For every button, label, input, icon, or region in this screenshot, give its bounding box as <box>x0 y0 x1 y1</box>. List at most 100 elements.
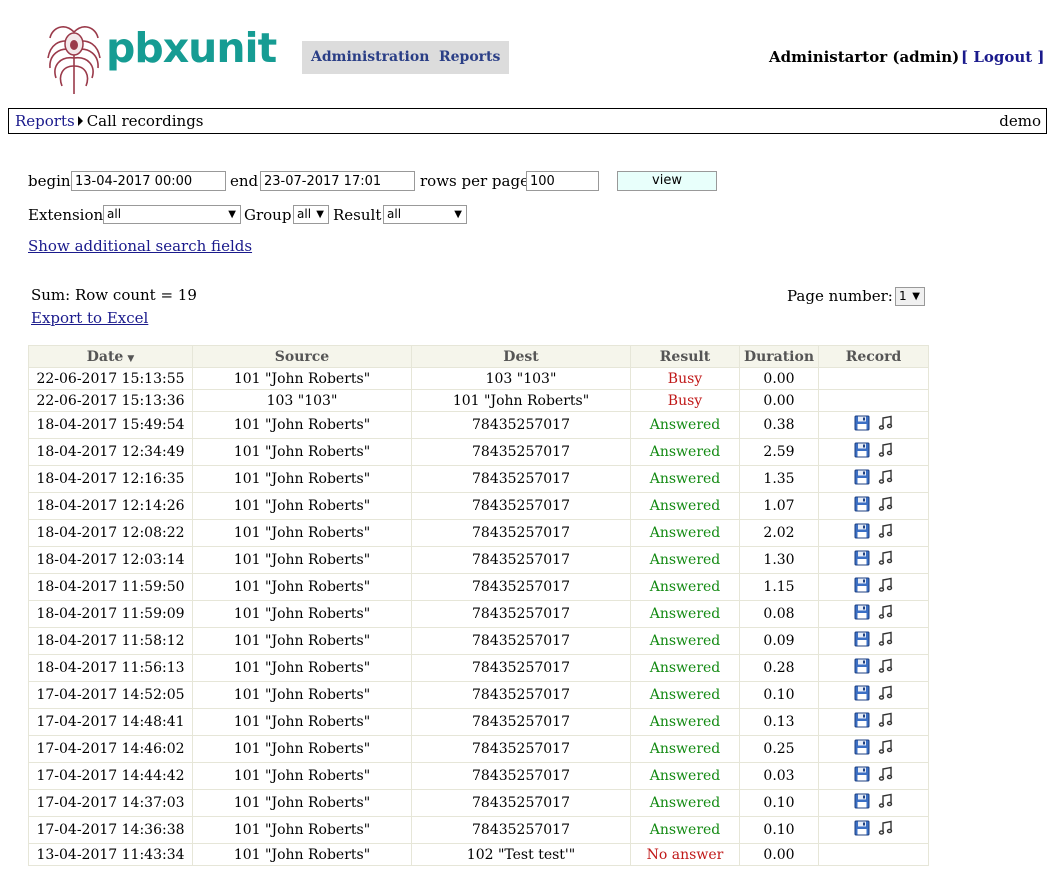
cell-result: Answered <box>630 411 740 439</box>
export-excel-link[interactable]: Export to Excel <box>31 309 148 327</box>
save-recording-icon[interactable] <box>854 604 870 620</box>
column-header-dest[interactable]: Dest <box>411 345 631 368</box>
save-recording-icon[interactable] <box>854 550 870 566</box>
view-button[interactable]: view <box>617 171 717 191</box>
play-recording-icon[interactable] <box>878 820 894 836</box>
cell-dest: 78435257017 <box>411 681 631 709</box>
play-recording-icon[interactable] <box>878 658 894 674</box>
rows-per-page-input[interactable] <box>526 171 599 191</box>
logout-link[interactable]: [ Logout ] <box>961 48 1045 66</box>
end-date-input[interactable] <box>260 171 415 191</box>
column-header-source[interactable]: Source <box>192 345 412 368</box>
rows-per-page-label: rows per page <box>420 172 529 190</box>
save-recording-icon[interactable] <box>854 739 870 755</box>
save-recording-icon[interactable] <box>854 712 870 728</box>
save-recording-icon[interactable] <box>854 442 870 458</box>
cell-source: 101 "John Roberts" <box>192 600 412 628</box>
play-recording-icon[interactable] <box>878 550 894 566</box>
result-select-value: all <box>387 207 402 221</box>
table-row: 18-04-2017 12:14:26 101 "John Roberts" 784… <box>28 492 929 520</box>
play-recording-icon[interactable] <box>878 577 894 593</box>
extension-label: Extension <box>28 206 104 224</box>
play-recording-icon[interactable] <box>878 766 894 782</box>
table-row: 13-04-2017 11:43:34 101 "John Roberts" 102… <box>28 843 929 866</box>
dropdown-arrow-icon: ▼ <box>228 209 236 220</box>
cell-date: 18-04-2017 12:16:35 <box>28 465 193 493</box>
result-select[interactable]: all ▼ <box>383 205 467 224</box>
page-number-select[interactable]: 1 ▼ <box>895 287 925 306</box>
save-recording-icon[interactable] <box>854 658 870 674</box>
play-recording-icon[interactable] <box>878 442 894 458</box>
cell-source: 101 "John Roberts" <box>192 843 412 866</box>
table-row: 18-04-2017 11:56:13 101 "John Roberts" 784… <box>28 654 929 682</box>
save-recording-icon[interactable] <box>854 766 870 782</box>
table-row: 17-04-2017 14:44:42 101 "John Roberts" 784… <box>28 762 929 790</box>
breadcrumb: Reports Call recordings demo <box>8 108 1047 134</box>
save-recording-icon[interactable] <box>854 523 870 539</box>
cell-result: Answered <box>630 519 740 547</box>
cell-date: 18-04-2017 11:58:12 <box>28 627 193 655</box>
play-recording-icon[interactable] <box>878 469 894 485</box>
save-recording-icon[interactable] <box>854 631 870 647</box>
column-header-result[interactable]: Result <box>630 345 740 368</box>
table-row: 18-04-2017 11:59:09 101 "John Roberts" 784… <box>28 600 929 628</box>
cell-result: Answered <box>630 438 740 466</box>
menu-reports[interactable]: Reports <box>430 41 510 74</box>
cell-duration: 1.15 <box>739 573 819 601</box>
cell-result: No answer <box>630 843 740 866</box>
cell-dest: 78435257017 <box>411 465 631 493</box>
save-recording-icon[interactable] <box>854 496 870 512</box>
cell-source: 103 "103" <box>192 389 412 412</box>
cell-date: 18-04-2017 15:49:54 <box>28 411 193 439</box>
cell-record <box>818 708 929 736</box>
begin-date-input[interactable] <box>71 171 226 191</box>
save-recording-icon[interactable] <box>854 577 870 593</box>
cell-result: Answered <box>630 681 740 709</box>
play-recording-icon[interactable] <box>878 604 894 620</box>
cell-dest: 102 "Test test'" <box>411 843 631 866</box>
cell-source: 101 "John Roberts" <box>192 411 412 439</box>
play-recording-icon[interactable] <box>878 415 894 431</box>
table-row: 22-06-2017 15:13:55 101 "John Roberts" 103… <box>28 367 929 390</box>
breadcrumb-context: demo <box>999 112 1041 130</box>
column-header-duration[interactable]: Duration <box>739 345 819 368</box>
cell-duration: 0.10 <box>739 816 819 844</box>
cell-source: 101 "John Roberts" <box>192 762 412 790</box>
cell-duration: 0.25 <box>739 735 819 763</box>
cell-date: 18-04-2017 12:03:14 <box>28 546 193 574</box>
cell-dest: 78435257017 <box>411 654 631 682</box>
save-recording-icon[interactable] <box>854 685 870 701</box>
play-recording-icon[interactable] <box>878 739 894 755</box>
breadcrumb-reports-link[interactable]: Reports <box>15 112 75 130</box>
column-header-record: Record <box>818 345 929 368</box>
menu-administration[interactable]: Administration <box>302 41 439 74</box>
play-recording-icon[interactable] <box>878 685 894 701</box>
cell-record <box>818 465 929 493</box>
cell-date: 17-04-2017 14:48:41 <box>28 708 193 736</box>
save-recording-icon[interactable] <box>854 793 870 809</box>
page-number-label: Page number: <box>787 287 893 305</box>
cell-date: 13-04-2017 11:43:34 <box>28 843 193 866</box>
save-recording-icon[interactable] <box>854 469 870 485</box>
column-header-date[interactable]: Date ▼ <box>28 345 193 368</box>
play-recording-icon[interactable] <box>878 712 894 728</box>
play-recording-icon[interactable] <box>878 793 894 809</box>
cell-record <box>818 654 929 682</box>
cell-duration: 0.03 <box>739 762 819 790</box>
cell-record <box>818 367 929 390</box>
play-recording-icon[interactable] <box>878 496 894 512</box>
show-additional-fields-link[interactable]: Show additional search fields <box>28 237 252 255</box>
play-recording-icon[interactable] <box>878 523 894 539</box>
page-number-value: 1 <box>899 289 907 303</box>
table-row: 17-04-2017 14:37:03 101 "John Roberts" 784… <box>28 789 929 817</box>
cell-source: 101 "John Roberts" <box>192 519 412 547</box>
cell-duration: 1.35 <box>739 465 819 493</box>
save-recording-icon[interactable] <box>854 415 870 431</box>
breadcrumb-current: Call recordings <box>86 112 204 130</box>
dropdown-arrow-icon: ▼ <box>316 209 324 220</box>
extension-select[interactable]: all ▼ <box>103 205 241 224</box>
save-recording-icon[interactable] <box>854 820 870 836</box>
play-recording-icon[interactable] <box>878 631 894 647</box>
cell-duration: 0.10 <box>739 789 819 817</box>
group-select[interactable]: all ▼ <box>293 205 329 224</box>
